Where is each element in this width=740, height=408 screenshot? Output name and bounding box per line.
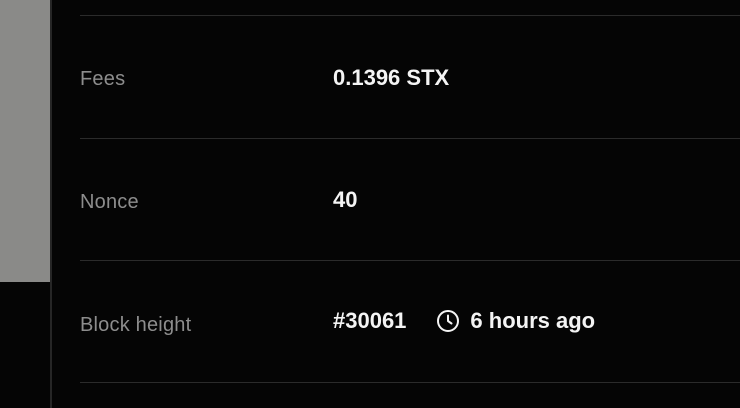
block-time-text: 6 hours ago bbox=[470, 308, 596, 333]
details-list: Fees 0.1396 STX Nonce 40 Block height #3… bbox=[80, 0, 740, 408]
nonce-value: 40 bbox=[333, 187, 358, 212]
transaction-details-page: Fees 0.1396 STX Nonce 40 Block height #3… bbox=[0, 0, 740, 408]
block-height-label: Block height bbox=[80, 314, 192, 336]
row-divider bbox=[80, 382, 740, 383]
fees-value: 0.1396 STX bbox=[333, 65, 450, 90]
fees-label: Fees bbox=[80, 68, 126, 90]
block-time: 6 hours ago bbox=[436, 308, 595, 334]
block-height-link[interactable]: #30061 bbox=[333, 308, 406, 334]
side-panel bbox=[0, 0, 50, 282]
nonce-row: Nonce 40 bbox=[80, 139, 740, 261]
vertical-divider bbox=[50, 0, 52, 408]
clock-icon bbox=[436, 309, 460, 333]
nonce-label: Nonce bbox=[80, 191, 139, 213]
block-height-value-group: #30061 6 hours ago bbox=[333, 308, 595, 334]
fees-row: Fees 0.1396 STX bbox=[80, 16, 740, 138]
block-height-row: Block height #30061 6 hours ago bbox=[80, 261, 740, 383]
